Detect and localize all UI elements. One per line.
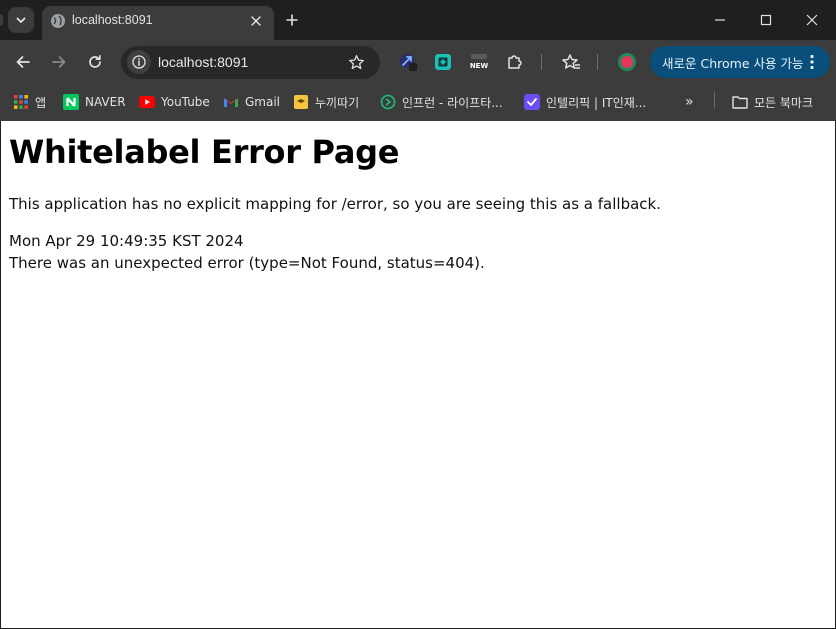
window-close-button[interactable] <box>800 8 824 32</box>
toolbar: localhost:8091 NEW 새로운 Chrome 사용 가능 <box>0 40 836 84</box>
toolbar-divider <box>597 54 598 70</box>
extension-2-button[interactable] <box>432 51 454 73</box>
bookmark-label: 인프런 - 라이프타... <box>402 95 503 110</box>
maximize-button[interactable] <box>754 8 778 32</box>
youtube-icon <box>139 94 155 110</box>
apps-grid-icon <box>13 94 29 110</box>
bookmark-label: 누끼따기 <box>315 95 360 110</box>
naver-icon <box>63 94 79 110</box>
profile-avatar-icon <box>618 53 636 71</box>
folder-icon <box>732 94 748 110</box>
puzzle-icon <box>508 55 522 69</box>
update-label: 새로운 Chrome 사용 가능 <box>662 55 804 71</box>
menu-button[interactable] <box>802 52 822 72</box>
tab-search-button[interactable] <box>8 7 34 33</box>
bookmark-nukki[interactable]: 누끼따기 <box>293 92 359 112</box>
extension-arrow-icon <box>400 54 417 71</box>
error-message: This application has no explicit mapping… <box>9 195 661 213</box>
star-icon <box>348 54 364 69</box>
bookmark-label: 모든 북마크 <box>754 95 814 110</box>
address-bar[interactable]: localhost:8091 <box>121 46 380 79</box>
back-button[interactable] <box>11 50 35 74</box>
bookmark-label: NAVER <box>85 95 126 109</box>
site-info-button[interactable] <box>127 50 151 74</box>
star-list-icon <box>562 54 580 69</box>
inflearn-icon <box>380 94 396 110</box>
plus-icon <box>286 14 298 26</box>
reload-icon <box>89 54 101 68</box>
forward-button[interactable] <box>47 50 71 74</box>
arrow-right-icon <box>52 56 66 68</box>
bookmark-gmail[interactable]: Gmail <box>223 92 280 112</box>
bookmark-label: 인텔리픽 | IT인재... <box>546 95 647 110</box>
active-tab[interactable]: localhost:8091 <box>42 6 274 40</box>
bookmarks-bar: 앱 NAVER YouTube Gmail 누끼따기 인프런 - 라이프타...… <box>0 84 836 121</box>
bookmark-inflearn[interactable]: 인프런 - 라이프타... <box>380 92 503 112</box>
gmail-icon <box>223 94 239 110</box>
toolbar-divider <box>541 54 542 70</box>
folder-yellow-icon <box>293 94 309 110</box>
new-tab-button[interactable] <box>282 10 302 30</box>
extension-new-icon: NEW <box>470 54 489 70</box>
extension-new-button[interactable]: NEW <box>468 51 490 73</box>
tab-title: localhost:8091 <box>72 13 153 27</box>
more-vertical-icon <box>810 54 814 70</box>
maximize-icon <box>760 14 772 26</box>
globe-icon <box>51 14 65 28</box>
reload-button[interactable] <box>83 50 107 74</box>
reading-list-button[interactable] <box>560 51 582 73</box>
bookmark-label: YouTube <box>161 95 210 109</box>
bookmarks-overflow-button[interactable]: » <box>685 92 694 112</box>
extension-1-button[interactable] <box>397 51 419 73</box>
chrome-update-button[interactable]: 새로운 Chrome 사용 가능 <box>650 46 830 78</box>
tab-strip: localhost:8091 <box>0 0 836 40</box>
page-title: Whitelabel Error Page <box>9 133 400 171</box>
svg-text:NEW: NEW <box>470 62 489 70</box>
bookmark-intellipick[interactable]: 인텔리픽 | IT인재... <box>524 92 646 112</box>
extension-square-icon <box>435 54 451 70</box>
extensions-button[interactable] <box>504 51 526 73</box>
bookmark-apps[interactable]: 앱 <box>13 92 46 112</box>
overflow-chevrons: » <box>685 94 694 110</box>
tab-close-button[interactable] <box>246 11 266 31</box>
minimize-icon <box>715 19 725 21</box>
bookmark-star-button[interactable] <box>346 52 366 72</box>
bookmarks-divider <box>714 92 715 108</box>
all-bookmarks-button[interactable]: 모든 북마크 <box>732 92 813 112</box>
previous-tab-edge[interactable] <box>0 14 3 26</box>
check-purple-icon <box>524 94 540 110</box>
close-icon <box>251 16 261 26</box>
profile-button[interactable] <box>616 51 638 73</box>
bookmark-label: 앱 <box>35 95 47 110</box>
chevron-down-icon <box>16 17 26 23</box>
page-content: Whitelabel Error Page This application h… <box>1 121 835 628</box>
arrow-left-icon <box>16 56 30 68</box>
close-icon <box>806 14 818 26</box>
error-detail: There was an unexpected error (type=Not … <box>9 254 485 272</box>
bookmark-youtube[interactable]: YouTube <box>139 92 210 112</box>
minimize-button[interactable] <box>708 8 732 32</box>
error-timestamp: Mon Apr 29 10:49:35 KST 2024 <box>9 232 244 250</box>
bookmark-naver[interactable]: NAVER <box>63 92 126 112</box>
url-text[interactable]: localhost:8091 <box>158 54 248 70</box>
bookmark-label: Gmail <box>245 95 281 109</box>
info-icon <box>132 55 146 69</box>
